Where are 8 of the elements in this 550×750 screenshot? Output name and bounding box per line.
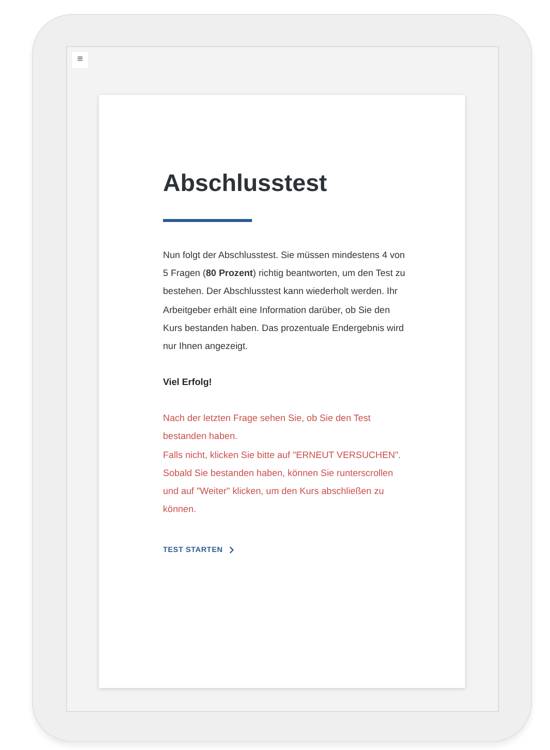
menu-button[interactable]: ≡ <box>72 52 88 68</box>
note-text: Falls nicht, klicken Sie bitte auf "ERNEUT VERSUCHEN". <box>163 448 402 462</box>
intro-paragraph: Nun folgt der Abschlusstest. Sie müssen mindestens 4 von 5 Fragen (80 Prozent) richtig beantworten, um den Test zu bestehen. Der Abschlusstest kann wiederholt werden. Ihr Arbeitgeber erhält eine Information darüber, ob Sie den Kurs bestanden haben. Das prozentuale Endergebnis wird nur Ihnen angezeigt. <box>163 249 406 354</box>
closing-text: Viel Erfolg! <box>163 376 213 390</box>
page-title: Abschlusstest <box>163 169 328 199</box>
note-text: Sobald Sie bestanden haben, können Sie runterscrollen und auf "Weiter" klicken, um den Kurs abschließen zu können. <box>163 466 394 516</box>
chevron-right-icon <box>228 546 234 554</box>
note-text: Nach der letzten Frage sehen Sie, ob Sie den Test bestanden haben. <box>163 412 372 444</box>
